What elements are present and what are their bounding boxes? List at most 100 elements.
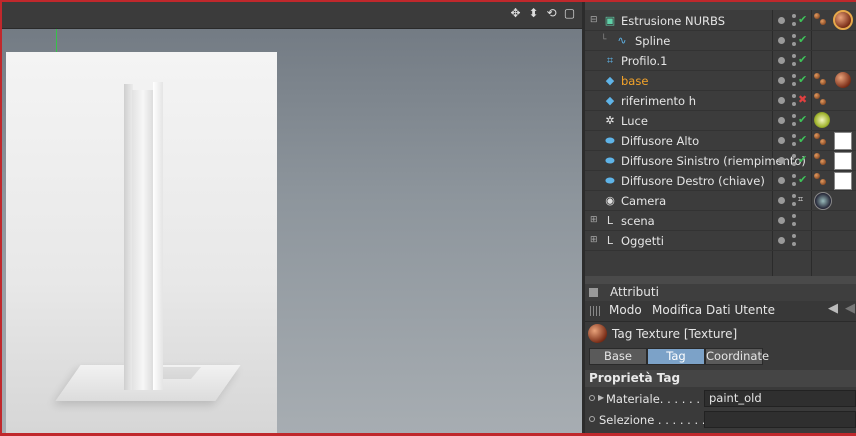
grip-icon[interactable] — [590, 306, 600, 316]
camera-tag-icon[interactable] — [814, 192, 832, 210]
visibility-dot-icon[interactable] — [778, 77, 785, 84]
visibility-dot-icon[interactable] — [778, 137, 785, 144]
object-row-camera[interactable]: ◉ Camera ⌗ — [585, 191, 856, 211]
menu-modo[interactable]: Modo — [609, 303, 642, 317]
object-row-riferimento-h[interactable]: ◆ riferimento h ✖ — [585, 91, 856, 111]
materiale-field[interactable]: paint_old — [704, 390, 856, 407]
enabled-check-icon[interactable]: ✔ — [798, 133, 807, 146]
render-dot-icon[interactable] — [792, 194, 796, 198]
texture-tag-icon[interactable] — [833, 10, 853, 30]
object-row-oggetti[interactable]: ⊞ L Oggetti — [585, 231, 856, 251]
object-row-spline[interactable]: └ ∿ Spline ✔ — [585, 31, 856, 51]
visibility-dot-icon[interactable] — [778, 37, 785, 44]
render-dot-icon[interactable] — [792, 162, 796, 166]
maximize-icon[interactable]: ▢ — [563, 7, 576, 20]
phong-tag-icon[interactable] — [820, 159, 826, 165]
enabled-check-icon[interactable]: ✔ — [798, 13, 807, 26]
selezione-field[interactable] — [704, 411, 856, 428]
move-icon[interactable]: ✥ — [509, 7, 522, 20]
visibility-dot-icon[interactable] — [778, 197, 785, 204]
render-dot-icon[interactable] — [792, 42, 796, 46]
enabled-check-icon[interactable]: ✔ — [798, 153, 807, 166]
enabled-check-icon[interactable]: ✔ — [798, 173, 807, 186]
tab-base[interactable]: Base — [589, 348, 647, 365]
render-dot-icon[interactable] — [792, 62, 796, 66]
tree-collapse-icon[interactable]: ⊟ — [590, 15, 600, 25]
render-dot-icon[interactable] — [792, 174, 796, 178]
phong-tag-icon[interactable] — [814, 173, 820, 179]
object-row-base[interactable]: ◆ base ✔ — [585, 71, 856, 91]
render-dot-icon[interactable] — [792, 222, 796, 226]
back-arrow-icon[interactable]: ◀ — [828, 301, 838, 316]
phong-tag-icon[interactable] — [820, 19, 826, 25]
object-row-luce[interactable]: ✲ Luce ✔ — [585, 111, 856, 131]
render-dot-icon[interactable] — [792, 122, 796, 126]
menu-dati-utente[interactable]: Dati Utente — [706, 303, 775, 317]
object-row-scena[interactable]: ⊞ L scena — [585, 211, 856, 231]
object-row-diffusore-sinistro[interactable]: ⬬ Diffusore Sinistro (riempimento) ✔ — [585, 151, 856, 171]
object-row-profilo-1[interactable]: ⌗ Profilo.1 ✔ — [585, 51, 856, 71]
keyframe-dot-icon[interactable] — [589, 416, 595, 422]
phong-tag-icon[interactable] — [814, 153, 820, 159]
render-dot-icon[interactable] — [792, 14, 796, 18]
phong-tag-icon[interactable] — [820, 179, 826, 185]
phong-tag-icon[interactable] — [814, 73, 820, 79]
visibility-dot-icon[interactable] — [778, 177, 785, 184]
texture-tag-icon[interactable] — [835, 72, 851, 88]
render-dot-icon[interactable] — [792, 102, 796, 106]
tab-tag[interactable]: Tag — [647, 348, 705, 365]
render-dot-icon[interactable] — [792, 134, 796, 138]
white-material-tag-icon[interactable] — [834, 132, 852, 150]
render-dot-icon[interactable] — [792, 22, 796, 26]
render-dot-icon[interactable] — [792, 214, 796, 218]
render-dot-icon[interactable] — [792, 242, 796, 246]
object-row-diffusore-alto[interactable]: ⬬ Diffusore Alto ✔ — [585, 131, 856, 151]
disabled-x-icon[interactable]: ✖ — [798, 93, 807, 106]
render-dot-icon[interactable] — [792, 234, 796, 238]
expand-triangle-icon[interactable]: ▶ — [598, 393, 604, 402]
render-dot-icon[interactable] — [792, 114, 796, 118]
white-material-tag-icon[interactable] — [834, 172, 852, 190]
render-dot-icon[interactable] — [792, 34, 796, 38]
tab-coordinate[interactable]: Coordinate — [705, 348, 769, 365]
tree-expand-icon[interactable]: ⊞ — [590, 235, 600, 245]
3d-viewport[interactable]: ✥ ⬍ ⟲ ▢ — [2, 2, 582, 433]
render-dot-icon[interactable] — [792, 182, 796, 186]
visibility-dot-icon[interactable] — [778, 237, 785, 244]
light-tag-icon[interactable] — [814, 112, 830, 128]
phong-tag-icon[interactable] — [820, 139, 826, 145]
white-material-tag-icon[interactable] — [834, 152, 852, 170]
visibility-dot-icon[interactable] — [778, 57, 785, 64]
render-dot-icon[interactable] — [792, 154, 796, 158]
scale-icon[interactable]: ⬍ — [527, 7, 540, 20]
visibility-dot-icon[interactable] — [778, 117, 785, 124]
rotate-icon[interactable]: ⟲ — [545, 7, 558, 20]
panel-resize-strip[interactable] — [585, 276, 856, 284]
phong-tag-icon[interactable] — [814, 93, 820, 99]
enabled-check-icon[interactable]: ✔ — [798, 33, 807, 46]
render-dot-icon[interactable] — [792, 94, 796, 98]
phong-tag-icon[interactable] — [820, 99, 826, 105]
render-dot-icon[interactable] — [792, 82, 796, 86]
render-dot-icon[interactable] — [792, 54, 796, 58]
object-row-estrusione-nurbs[interactable]: ⊟ ▣ Estrusione NURBS ✔ — [585, 10, 856, 31]
render-dot-icon[interactable] — [792, 202, 796, 206]
forward-arrow-icon[interactable]: ◀ — [845, 301, 855, 316]
render-dot-icon[interactable] — [792, 142, 796, 146]
phong-tag-icon[interactable] — [820, 79, 826, 85]
panel-menu-icon[interactable] — [589, 288, 598, 297]
visibility-dot-icon[interactable] — [778, 17, 785, 24]
render-dot-icon[interactable] — [792, 74, 796, 78]
enabled-check-icon[interactable]: ✔ — [798, 73, 807, 86]
phong-tag-icon[interactable] — [814, 13, 820, 19]
enabled-check-icon[interactable]: ✔ — [798, 53, 807, 66]
tree-expand-icon[interactable]: ⊞ — [590, 215, 600, 225]
phong-tag-icon[interactable] — [814, 133, 820, 139]
visibility-dot-icon[interactable] — [778, 97, 785, 104]
visibility-dot-icon[interactable] — [778, 157, 785, 164]
keyframe-dot-icon[interactable] — [589, 395, 595, 401]
visibility-dot-icon[interactable] — [778, 217, 785, 224]
menu-modifica[interactable]: Modifica — [652, 303, 702, 317]
object-row-diffusore-destro[interactable]: ⬬ Diffusore Destro (chiave) ✔ — [585, 171, 856, 191]
enabled-check-icon[interactable]: ✔ — [798, 113, 807, 126]
